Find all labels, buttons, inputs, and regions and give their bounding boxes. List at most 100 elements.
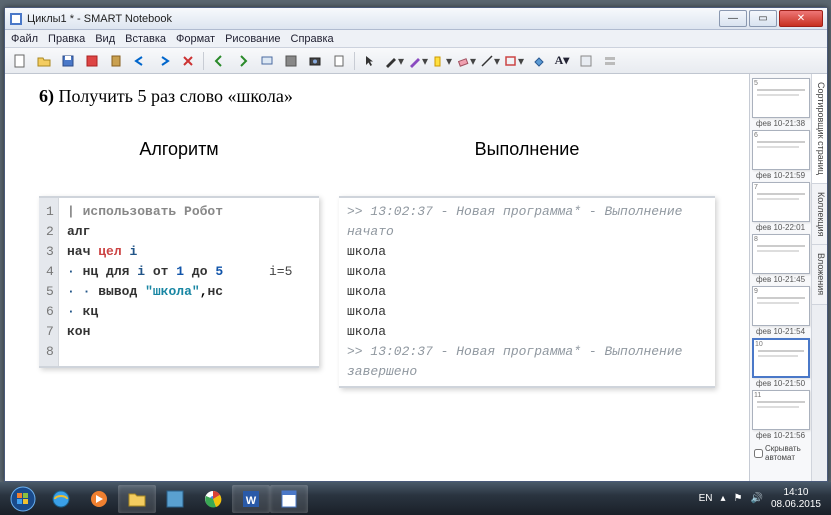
code-line: · кц bbox=[67, 302, 311, 322]
line-number: 8 bbox=[43, 342, 54, 362]
tool-new-icon[interactable] bbox=[9, 51, 31, 71]
page-sorter[interactable]: 5фев 10-21:386фев 10-21:597фев 10-22:018… bbox=[750, 74, 811, 481]
close-button[interactable]: ✕ bbox=[779, 10, 823, 27]
tray-lang[interactable]: EN bbox=[699, 493, 713, 504]
thumbnail[interactable]: 9фев 10-21:54 bbox=[752, 286, 809, 336]
thumbnail[interactable]: 7фев 10-22:01 bbox=[752, 182, 809, 232]
tool-undo-icon[interactable] bbox=[129, 51, 151, 71]
tool-export-icon[interactable] bbox=[81, 51, 103, 71]
menu-view[interactable]: Вид bbox=[95, 33, 115, 45]
thumbnail-image[interactable]: 9 bbox=[752, 286, 810, 326]
line-number: 4 bbox=[43, 262, 54, 282]
tool-shade-icon[interactable] bbox=[280, 51, 302, 71]
taskbar[interactable]: W EN ▴ ⚑ 🔊 14:10 08.06.2015 bbox=[0, 482, 831, 515]
taskbar-ie-icon[interactable] bbox=[42, 485, 80, 513]
thumbnail-image[interactable]: 6 bbox=[752, 130, 810, 170]
taskbar-explorer-icon[interactable] bbox=[118, 485, 156, 513]
minimize-button[interactable]: — bbox=[719, 10, 747, 27]
thumbnail-image[interactable]: 7 bbox=[752, 182, 810, 222]
tool-move-toolbar-icon[interactable] bbox=[599, 51, 621, 71]
output-line: школа bbox=[347, 322, 707, 342]
svg-text:W: W bbox=[246, 495, 257, 507]
side-panel: 5фев 10-21:386фев 10-21:597фев 10-22:018… bbox=[749, 74, 827, 481]
tool-prev-icon[interactable] bbox=[208, 51, 230, 71]
output-block: >> 13:02:37 - Новая программа* - Выполне… bbox=[339, 196, 715, 388]
code-gutter: 12345678 bbox=[39, 198, 59, 366]
thumbnail[interactable]: 10фев 10-21:50 bbox=[752, 338, 809, 388]
tool-pointer-icon[interactable] bbox=[359, 51, 381, 71]
tab-gallery[interactable]: Коллекция bbox=[812, 184, 827, 246]
code-line: кон bbox=[67, 322, 311, 342]
start-button[interactable] bbox=[4, 482, 42, 515]
algorithm-heading: Алгоритм bbox=[39, 139, 319, 160]
tray-clock[interactable]: 14:10 08.06.2015 bbox=[771, 487, 821, 511]
menu-format[interactable]: Формат bbox=[176, 33, 215, 45]
thumbnail[interactable]: 5фев 10-21:38 bbox=[752, 78, 809, 128]
tool-eraser-icon[interactable]: ▾ bbox=[455, 51, 477, 71]
taskbar-chrome-icon[interactable] bbox=[194, 485, 232, 513]
menu-edit[interactable]: Правка bbox=[48, 33, 85, 45]
thumbnail-caption: фев 10-21:54 bbox=[752, 327, 809, 336]
tool-redo-icon[interactable] bbox=[153, 51, 175, 71]
menu-drawing[interactable]: Рисование bbox=[225, 33, 280, 45]
thumbnail[interactable]: 6фев 10-21:59 bbox=[752, 130, 809, 180]
system-tray[interactable]: EN ▴ ⚑ 🔊 14:10 08.06.2015 bbox=[699, 487, 827, 511]
tool-shape-icon[interactable]: ▾ bbox=[503, 51, 525, 71]
taskbar-word-icon[interactable]: W bbox=[232, 485, 270, 513]
task-text: Получить 5 раз слово «школа» bbox=[54, 86, 293, 106]
code-line bbox=[67, 342, 311, 362]
thumbnail-image[interactable]: 5 bbox=[752, 78, 810, 118]
tool-creative-pen-icon[interactable]: ▾ bbox=[407, 51, 429, 71]
tool-save-icon[interactable] bbox=[57, 51, 79, 71]
menu-help[interactable]: Справка bbox=[291, 33, 334, 45]
tool-doc-icon[interactable] bbox=[328, 51, 350, 71]
task-number: 6) bbox=[39, 86, 54, 106]
tray-volume-icon[interactable]: 🔊 bbox=[750, 493, 762, 504]
menu-insert[interactable]: Вставка bbox=[125, 33, 166, 45]
code-line: нач цел i bbox=[67, 242, 311, 262]
code-line: | использовать Робот bbox=[67, 202, 311, 222]
thumbnail[interactable]: 8фев 10-21:45 bbox=[752, 234, 809, 284]
tab-page-sorter[interactable]: Сортировщик страниц bbox=[812, 74, 827, 184]
tool-properties-icon[interactable] bbox=[575, 51, 597, 71]
thumbnail-image[interactable]: 11 bbox=[752, 390, 810, 430]
tool-capture-icon[interactable] bbox=[304, 51, 326, 71]
canvas[interactable]: 6) Получить 5 раз слово «школа» Алгоритм… bbox=[5, 74, 749, 481]
autohide-checkbox[interactable] bbox=[754, 449, 763, 458]
line-number: 1 bbox=[43, 202, 54, 222]
autohide-check[interactable]: Скрывать автомат bbox=[752, 442, 809, 464]
code-body: | использовать Роботалгнач цел i· нц для… bbox=[59, 198, 319, 366]
taskbar-app1-icon[interactable] bbox=[156, 485, 194, 513]
tool-paste-icon[interactable] bbox=[105, 51, 127, 71]
maximize-button[interactable]: ▭ bbox=[749, 10, 777, 27]
tool-delete-icon[interactable] bbox=[177, 51, 199, 71]
tool-line-icon[interactable]: ▾ bbox=[479, 51, 501, 71]
tool-open-icon[interactable] bbox=[33, 51, 55, 71]
output-line: школа bbox=[347, 242, 707, 262]
thumbnail-image[interactable]: 8 bbox=[752, 234, 810, 274]
tool-next-icon[interactable] bbox=[232, 51, 254, 71]
taskbar-notebook-icon[interactable] bbox=[270, 485, 308, 513]
side-tabs: Сортировщик страниц Коллекция Вложения bbox=[811, 74, 827, 481]
thumbnail[interactable]: 11фев 10-21:56 bbox=[752, 390, 809, 440]
line-number: 2 bbox=[43, 222, 54, 242]
code-line: алг bbox=[67, 222, 311, 242]
tool-screen-icon[interactable] bbox=[256, 51, 278, 71]
thumbnail-caption: фев 10-22:01 bbox=[752, 223, 809, 232]
tool-text-icon[interactable]: A▾ bbox=[551, 51, 573, 71]
output-start: >> 13:02:37 - Новая программа* - Выполне… bbox=[347, 202, 707, 242]
tab-attachments[interactable]: Вложения bbox=[812, 245, 827, 304]
app-icon bbox=[9, 12, 23, 26]
tray-flag-icon[interactable]: ⚑ bbox=[734, 493, 743, 504]
menu-file[interactable]: Файл bbox=[11, 33, 38, 45]
tool-fill-icon[interactable] bbox=[527, 51, 549, 71]
tool-pen-icon[interactable]: ▾ bbox=[383, 51, 405, 71]
output-end: >> 13:02:37 - Новая программа* - Выполне… bbox=[347, 342, 707, 382]
tray-expand-icon[interactable]: ▴ bbox=[720, 493, 725, 504]
line-number: 5 bbox=[43, 282, 54, 302]
titlebar[interactable]: Циклы1 * - SMART Notebook — ▭ ✕ bbox=[5, 8, 827, 30]
tool-highlighter-icon[interactable]: ▾ bbox=[431, 51, 453, 71]
thumbnail-image[interactable]: 10 bbox=[752, 338, 810, 378]
taskbar-media-icon[interactable] bbox=[80, 485, 118, 513]
window-title: Циклы1 * - SMART Notebook bbox=[27, 13, 717, 25]
